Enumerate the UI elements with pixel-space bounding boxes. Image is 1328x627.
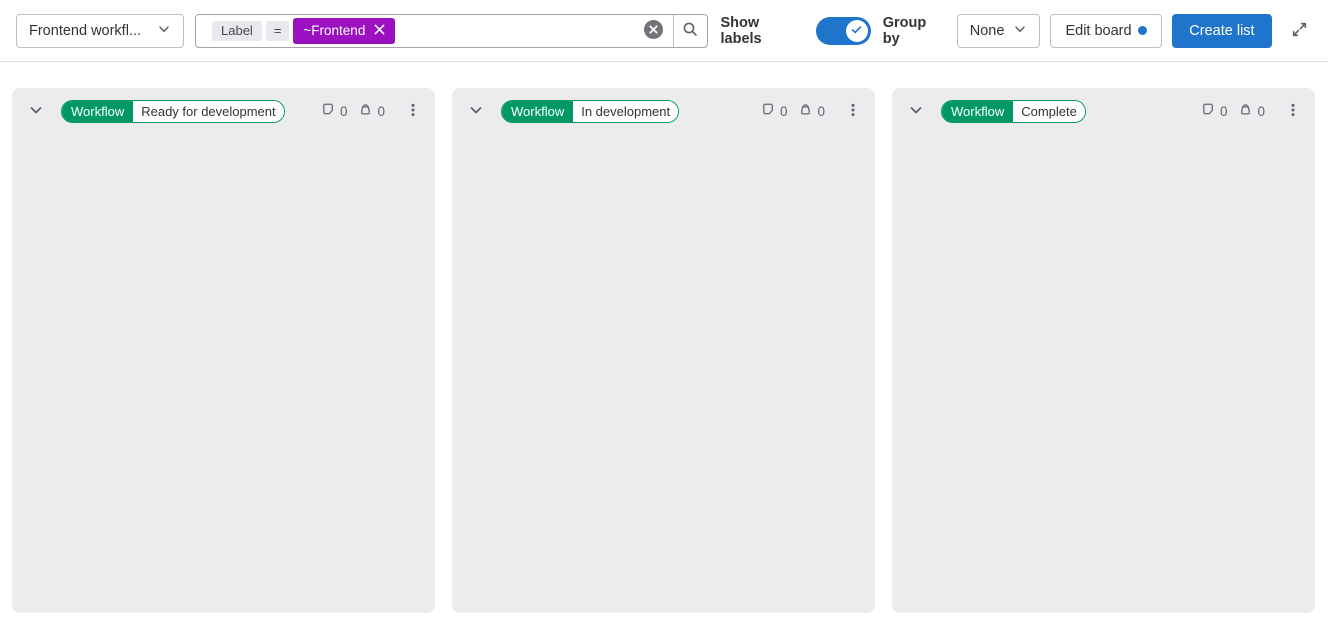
issue-count-value: 0 [1220,104,1228,119]
list-header: Workflow Complete 0 0 [892,88,1315,134]
weight-count-value: 0 [377,104,385,119]
issue-board: Workflow Ready for development 0 0 [0,62,1328,613]
issues-icon [1201,102,1216,120]
label-scope: Workflow [942,101,1013,122]
collapse-list-button[interactable] [904,99,928,123]
filter-search-input[interactable] [395,15,643,47]
list-body[interactable] [12,134,435,613]
list-settings-button[interactable] [401,99,425,123]
issue-count: 0 [761,102,788,120]
list-scoped-label[interactable]: Workflow In development [501,100,679,123]
chevron-down-icon [157,22,171,40]
issue-count-value: 0 [780,104,788,119]
list-settings-button[interactable] [841,99,865,123]
check-icon [850,23,863,39]
label-value: Complete [1013,101,1085,122]
list-counts: 0 0 [761,102,825,120]
issues-icon [321,102,336,120]
weight-count-value: 0 [817,104,825,119]
chevron-down-icon [908,102,924,121]
notification-dot [1138,26,1147,35]
weight-icon [798,102,813,120]
list-scoped-label[interactable]: Workflow Ready for development [61,100,285,123]
weight-icon [1238,102,1253,120]
filter-token-value-label: ~Frontend [303,23,365,38]
show-labels-label: Show labels [721,15,804,47]
weight-count: 0 [798,102,825,120]
remove-token-icon[interactable] [374,23,385,38]
toggle-focus-mode-button[interactable] [1286,18,1312,44]
label-value: In development [573,101,678,122]
collapse-list-button[interactable] [464,99,488,123]
board-list-in-development: Workflow In development 0 0 [452,88,875,613]
label-value: Ready for development [133,101,283,122]
chevron-down-icon [28,102,44,121]
issues-icon [761,102,776,120]
weight-count: 0 [1238,102,1265,120]
clear-icon [644,20,663,42]
group-by-dropdown[interactable]: None [957,14,1041,48]
search-icon [682,21,698,40]
maximize-icon [1291,21,1308,41]
list-body[interactable] [892,134,1315,613]
edit-board-label: Edit board [1065,23,1131,39]
ellipsis-vertical-icon [1285,102,1301,121]
filter-token-key[interactable]: Label [212,21,262,41]
list-header: Workflow In development 0 0 [452,88,875,134]
label-scope: Workflow [62,101,133,122]
list-counts: 0 0 [1201,102,1265,120]
weight-count: 0 [358,102,385,120]
create-list-button[interactable]: Create list [1172,14,1272,48]
clear-search-button[interactable] [644,21,664,41]
issue-count-value: 0 [340,104,348,119]
weight-icon [358,102,373,120]
filter-token-operator[interactable]: = [266,21,290,41]
list-header: Workflow Ready for development 0 0 [12,88,435,134]
ellipsis-vertical-icon [845,102,861,121]
weight-count-value: 0 [1257,104,1265,119]
collapse-list-button[interactable] [24,99,48,123]
search-button[interactable] [674,15,707,47]
list-settings-button[interactable] [1281,99,1305,123]
board-list-ready-for-development: Workflow Ready for development 0 0 [12,88,435,613]
group-by-value: None [970,23,1005,39]
list-body[interactable] [452,134,875,613]
chevron-down-icon [1013,22,1027,40]
ellipsis-vertical-icon [405,102,421,121]
filtered-search-bar[interactable]: Label = ~Frontend [195,14,708,48]
board-toolbar: Frontend workfl... Label = ~Frontend Sho… [0,0,1328,62]
issue-count: 0 [1201,102,1228,120]
label-scope: Workflow [502,101,573,122]
edit-board-button[interactable]: Edit board [1050,14,1161,48]
list-counts: 0 0 [321,102,385,120]
toggle-knob [846,20,868,42]
show-labels-toggle[interactable] [816,17,871,45]
chevron-down-icon [468,102,484,121]
filter-token-value[interactable]: ~Frontend [293,18,395,44]
issue-count: 0 [321,102,348,120]
board-switcher-dropdown[interactable]: Frontend workfl... [16,14,184,48]
board-switcher-label: Frontend workfl... [29,23,141,39]
group-by-label: Group by [883,15,947,47]
list-scoped-label[interactable]: Workflow Complete [941,100,1086,123]
board-list-complete: Workflow Complete 0 0 [892,88,1315,613]
